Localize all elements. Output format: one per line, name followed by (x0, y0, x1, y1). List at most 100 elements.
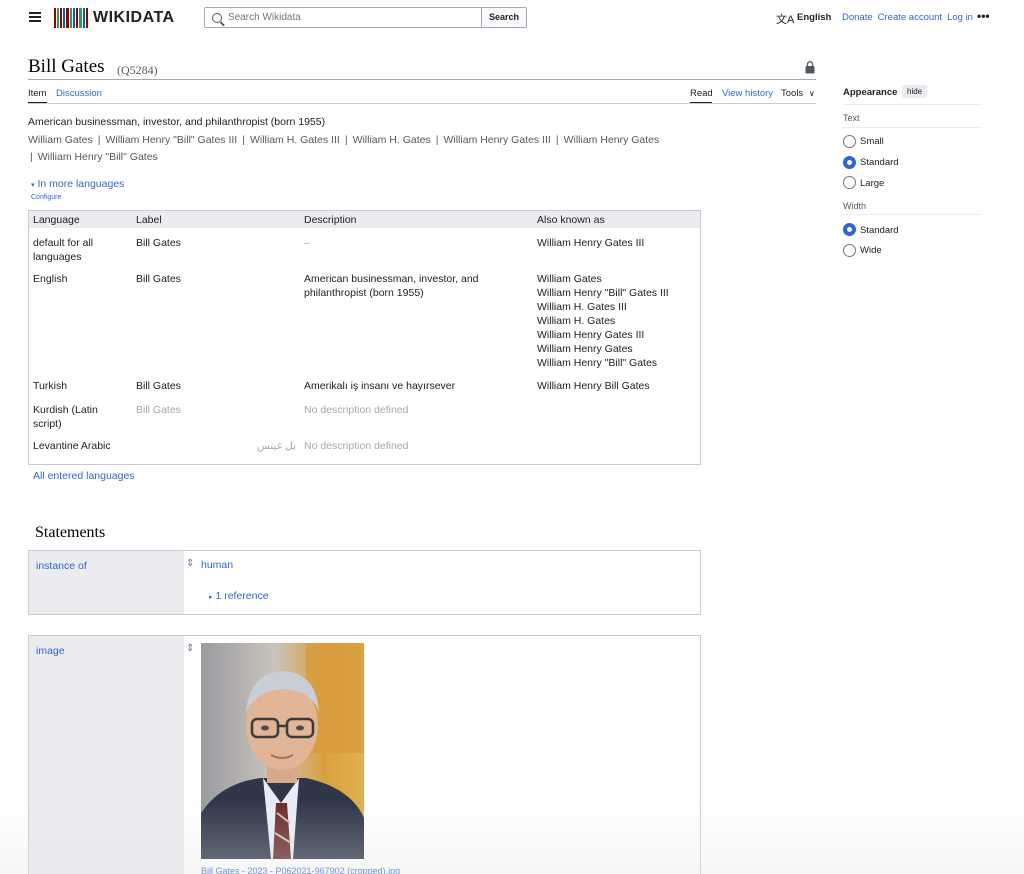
alias: William Henry "Bill" Gates III (105, 134, 238, 146)
label-value: Bill Gates (136, 273, 181, 285)
lock-icon[interactable] (805, 61, 815, 74)
text-size-label: Text (843, 113, 860, 123)
tab-discussion[interactable]: Discussion (56, 88, 102, 99)
appearance-title: Appearance (843, 87, 898, 98)
rank-icon[interactable]: ⇕ (186, 558, 194, 569)
alias-value: William H. Gates (537, 315, 616, 327)
column-header: Language (33, 214, 80, 226)
statement-value-link[interactable]: human (201, 559, 233, 571)
radio-width-standard[interactable] (843, 223, 856, 236)
property-link[interactable]: instance of (36, 560, 87, 572)
width-label: Width (843, 201, 867, 211)
rank-icon[interactable]: ⇕ (186, 643, 194, 654)
login-link[interactable]: Log in (947, 12, 973, 23)
label-value: Bill Gates (136, 380, 181, 392)
language-name: Levantine Arabic (33, 440, 111, 452)
table-header: Language Label Description Also known as (29, 211, 700, 228)
radio-label: Wide (860, 245, 882, 256)
property-cell: instance of (29, 551, 184, 614)
alias-value: William Henry Gates (537, 343, 633, 355)
item-id: (Q5284) (117, 63, 158, 77)
label-value: Bill Gates (136, 237, 181, 249)
site-header: WIKIDATA Search 文A English Donate Create… (0, 0, 1024, 36)
alias: William Henry Gates III (443, 134, 551, 146)
column-header: Label (136, 214, 162, 226)
more-languages-toggle[interactable]: ▾ In more languages (31, 178, 124, 190)
tools-label: Tools (781, 88, 804, 99)
personal-links: Donate Create account Log in (842, 12, 973, 23)
alias-list: William Gates | William Henry "Bill" Gates… (28, 134, 660, 163)
tab-read[interactable]: Read (690, 88, 713, 99)
description-value: Amerikalı iş insanı ve hayırsever (304, 380, 456, 392)
statement-group: image ⇕ (28, 635, 701, 874)
statement-group: instance of ⇕ human ▸ 1 reference (28, 550, 701, 615)
search-button[interactable]: Search (481, 7, 527, 28)
translate-icon[interactable]: 文A (776, 11, 794, 27)
chevron-down-icon: ∨ (808, 89, 815, 98)
alias: William H. Gates III (249, 134, 340, 146)
menu-icon[interactable] (29, 12, 41, 22)
create-account-link[interactable]: Create account (878, 12, 942, 23)
radio-label: Standard (860, 225, 899, 236)
search-field[interactable] (204, 7, 482, 28)
alias-list: William Gates William Henry "Bill" Gates… (537, 272, 697, 370)
alias: William H. Gates (352, 134, 431, 146)
property-link[interactable]: image (36, 645, 65, 657)
alias: William Gates (28, 134, 93, 146)
configure-link[interactable]: Configure (31, 194, 61, 201)
alias: William Henry "Bill" Gates (37, 151, 158, 163)
description-value: No description defined (304, 440, 409, 452)
tab-item[interactable]: Item (28, 88, 46, 99)
radio-text-small[interactable] (843, 135, 856, 148)
languages-table: Language Label Description Also known as… (28, 210, 701, 465)
portrait-image[interactable] (201, 643, 364, 859)
statements-heading: Statements (35, 524, 106, 541)
radio-width-wide[interactable] (843, 244, 856, 257)
all-languages-link[interactable]: All entered languages (33, 470, 135, 482)
title-divider (28, 79, 816, 80)
alias-value: William Gates (537, 273, 602, 285)
description-value: – (304, 237, 310, 249)
search-input[interactable] (228, 12, 468, 23)
alias-value: William Henry "Bill" Gates III (537, 287, 669, 299)
radio-text-large[interactable] (843, 176, 856, 189)
references-toggle[interactable]: ▸ 1 reference (209, 590, 269, 602)
wikidata-logo-icon[interactable] (54, 8, 88, 28)
language-selector[interactable]: English (797, 12, 831, 23)
image-caption-link[interactable]: Bill Gates - 2023 - P062021-967902 (crop… (201, 866, 400, 874)
language-name: English (33, 273, 68, 285)
alias-value: William Henry "Bill" Gates (537, 357, 658, 369)
description-value: No description defined (304, 404, 409, 416)
tab-view-history[interactable]: View history (722, 88, 773, 99)
description-value: American businessman, investor, and phil… (304, 273, 479, 299)
column-header: Also known as (537, 214, 605, 226)
property-cell: image (29, 636, 184, 874)
caret-right-icon: ▸ (209, 594, 213, 601)
label-value: Bill Gates (136, 404, 181, 416)
alias-value: William Henry Bill Gates (537, 380, 650, 392)
radio-label: Standard (860, 157, 899, 168)
alias-value: William H. Gates III (537, 301, 627, 313)
language-name: Turkish (33, 380, 68, 392)
column-header: Description (304, 214, 357, 226)
divider (843, 214, 982, 215)
wikidata-wordmark[interactable]: WIKIDATA (93, 9, 175, 27)
tabs-divider (28, 103, 816, 104)
hide-button[interactable]: hide (902, 85, 928, 98)
alias-value: William Henry Gates III (537, 329, 645, 341)
donate-link[interactable]: Donate (842, 12, 873, 23)
alias: William Henry Gates (563, 134, 660, 146)
tools-menu[interactable]: Tools ∨ (781, 88, 815, 99)
radio-label: Large (860, 178, 885, 189)
divider (843, 104, 982, 105)
search-icon (212, 12, 222, 23)
label-value: بل غيتس (256, 440, 296, 452)
language-name: Kurdish (Latin script) (33, 404, 98, 430)
radio-text-standard[interactable] (843, 156, 856, 169)
language-name: default for all languages (33, 237, 94, 263)
item-description: American businessman, investor, and phil… (28, 116, 326, 128)
more-options-icon[interactable]: ••• (977, 9, 990, 23)
caret-down-icon: ▾ (31, 182, 35, 189)
radio-label: Small (860, 136, 884, 147)
divider (843, 127, 982, 128)
